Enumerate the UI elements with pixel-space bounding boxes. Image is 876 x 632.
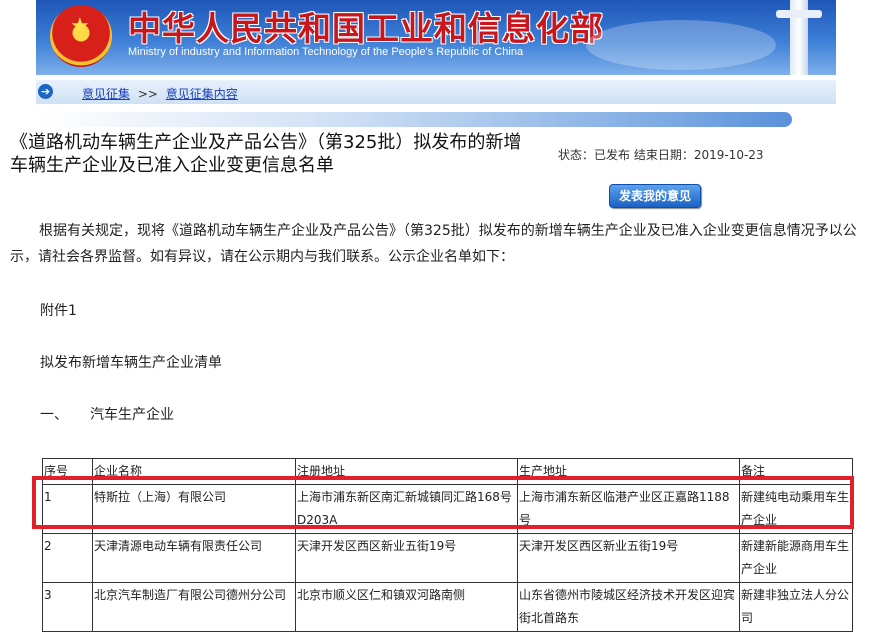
banner-decoration	[586, 20, 776, 70]
table-header-cell: 序号	[42, 458, 93, 485]
table-cell: 北京汽车制造厂有限公司德州分公司	[92, 582, 296, 632]
table-header-row: 序号 企业名称 注册地址 生产地址 备注	[42, 458, 853, 485]
section-heading: 一、 汽车生产企业	[40, 404, 174, 424]
section-number: 一、	[40, 407, 68, 423]
site-title-en: Ministry of industry and Information Tec…	[128, 46, 524, 58]
attachment-label: 附件1	[40, 303, 77, 319]
table-row: 2 天津清源电动车辆有限责任公司 天津开发区西区新业五街19号 天津开发区西区新…	[42, 533, 853, 583]
table-cell: 北京市顺义区仁和镇双河路南侧	[295, 582, 518, 632]
table-header-cell: 备注	[739, 458, 853, 485]
site-banner: 中华人民共和国工业和信息化部 Ministry of industry and …	[36, 0, 836, 75]
table-cell: 天津清源电动车辆有限责任公司	[92, 533, 296, 583]
decorative-bar	[40, 112, 792, 127]
breadcrumb-link-opinion-content[interactable]: 意见征集内容	[166, 87, 238, 101]
table-cell: 新建纯电动乘用车生产企业	[739, 484, 853, 534]
table-row: 1 特斯拉（上海）有限公司 上海市浦东新区南汇新城镇同汇路168号D203A 上…	[42, 484, 853, 534]
table-cell: 2	[42, 533, 93, 583]
table-header-cell: 企业名称	[92, 458, 296, 485]
table-header-cell: 注册地址	[295, 458, 518, 485]
table-cell: 天津开发区西区新业五街19号	[517, 533, 740, 583]
notice-intro: 根据有关规定，现将《道路机动车辆生产企业及产品公告》（第325批）拟发布的新增车…	[10, 223, 857, 265]
table-cell: 3	[42, 582, 93, 632]
arrow-right-icon: ➔	[38, 84, 53, 99]
submit-opinion-button[interactable]: 发表我的意见	[609, 184, 701, 208]
table-cell: 上海市浦东新区南汇新城镇同汇路168号D203A	[295, 484, 518, 534]
notice-title: 《道路机动车辆生产企业及产品公告》（第325批）拟发布的新增车辆生产企业及已准入…	[10, 132, 522, 176]
table-cell: 新建新能源商用车生产企业	[739, 533, 853, 583]
national-emblem-icon	[50, 5, 112, 67]
breadcrumb: ➔ 意见征集 >> 意见征集内容	[36, 80, 836, 104]
table-row: 3 北京汽车制造厂有限公司德州分公司 北京市顺义区仁和镇双河路南侧 山东省德州市…	[42, 582, 853, 632]
site-title-cn: 中华人民共和国工业和信息化部	[128, 9, 604, 48]
list-title: 拟发布新增车辆生产企业清单	[40, 355, 222, 371]
table-cell: 新建非独立法人分公司	[739, 582, 853, 632]
section-title: 汽车生产企业	[90, 407, 174, 423]
notice-status: 状态：已发布 结束日期：2019-10-23	[558, 148, 764, 162]
enterprise-table: 序号 企业名称 注册地址 生产地址 备注 1 特斯拉（上海）有限公司 上海市浦东…	[42, 458, 853, 632]
table-cell: 特斯拉（上海）有限公司	[92, 484, 296, 534]
table-cell: 山东省德州市陵城区经济技术开发区迎宾街北首路东	[517, 582, 740, 632]
huabiao-pillar-icon	[776, 0, 822, 75]
breadcrumb-link-opinion-collection[interactable]: 意见征集	[82, 87, 130, 101]
table-cell: 1	[42, 484, 93, 534]
table-cell: 上海市浦东新区临港产业区正嘉路1188号	[517, 484, 740, 534]
table-header-cell: 生产地址	[517, 458, 740, 485]
table-cell: 天津开发区西区新业五街19号	[295, 533, 518, 583]
breadcrumb-separator: >>	[137, 87, 158, 101]
